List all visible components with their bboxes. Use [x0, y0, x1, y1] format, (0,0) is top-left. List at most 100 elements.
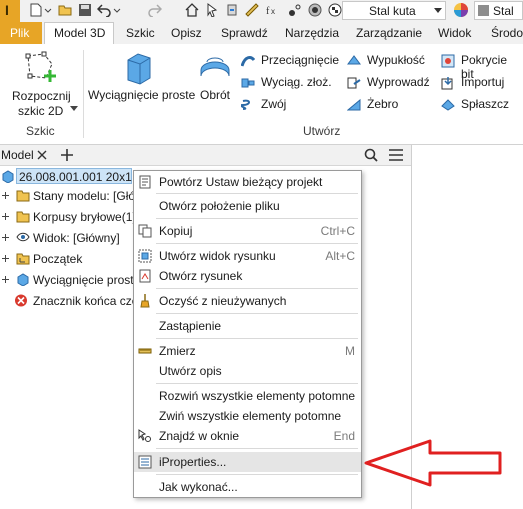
revolve-button[interactable]: Obrót [198, 48, 234, 104]
menu-item-measure[interactable]: Zmierz M [134, 341, 361, 361]
material-value: Stal kuta [369, 4, 416, 18]
start-sketch-label-line2: szkic 2D [18, 104, 64, 118]
tab-sprawdz[interactable]: Sprawdź [221, 26, 268, 40]
expand-icon[interactable] [2, 234, 9, 241]
sweep-button[interactable]: Przeciągnięcie [261, 53, 339, 67]
menu-item-label: Rozwiń wszystkie elementy potomne [159, 389, 356, 403]
material-browser-icon[interactable] [328, 3, 342, 17]
tree-root-label: 26.008.001.001 20x100 [19, 170, 132, 184]
derive-icon [347, 77, 361, 89]
tab-model-3d[interactable]: Model 3D [44, 22, 114, 44]
browser-header: Model [0, 145, 411, 166]
tab-opisz[interactable]: Opisz [171, 26, 202, 40]
new-file-icon[interactable] [29, 3, 43, 17]
expand-icon[interactable] [2, 192, 9, 199]
redo-icon[interactable] [148, 3, 162, 17]
menu-item-purge-unused[interactable]: Oczyść z nieużywanych [134, 291, 361, 311]
undo-dropdown-icon[interactable] [113, 3, 121, 17]
select-cursor-icon[interactable] [205, 3, 219, 17]
menu-item-create-note[interactable]: Utwórz opis [134, 361, 361, 381]
unwrap-icon [441, 99, 455, 111]
menu-item-expand-all-children[interactable]: Rozwiń wszystkie elementy potomne [134, 386, 361, 406]
tree-item-label: Widok: [Główny] [33, 231, 120, 245]
derive-button[interactable]: Wyprowadź [367, 75, 430, 89]
menu-icon[interactable] [389, 149, 403, 161]
folder-icon [16, 190, 30, 202]
chevron-down-icon [434, 8, 442, 13]
sweep-icon [241, 56, 255, 67]
decal-icon [441, 54, 455, 68]
tab-narzedzia[interactable]: Narzędzia [285, 26, 339, 40]
appearance-dropdown[interactable]: Stal [474, 1, 523, 20]
inventor-logo-icon[interactable]: I [0, 0, 20, 22]
menu-item-shortcut: Alt+C [325, 249, 355, 263]
find-in-window-icon [138, 429, 151, 442]
drawing-icon [139, 269, 151, 283]
menu-item-open-drawing[interactable]: Otwórz rysunek [134, 266, 361, 286]
tree-item-solid-bodies[interactable]: Korpusy bryłowe(1) [0, 207, 136, 226]
svg-text:f: f [266, 6, 270, 17]
tree-item-end-of-part[interactable]: Znacznik końca częś [0, 291, 144, 310]
rib-button[interactable]: Żebro [367, 97, 398, 111]
menu-item-how-to[interactable]: Jak wykonać... [134, 477, 361, 497]
menu-item-collapse-all-children[interactable]: Zwiń wszystkie elementy potomne [134, 406, 361, 426]
menu-item-iproperties[interactable]: iProperties... [134, 452, 361, 472]
tab-zarzadzanie[interactable]: Zarządzanie [356, 26, 422, 40]
menu-item-create-drawing-view[interactable]: Utwórz widok rysunku Alt+C [134, 246, 361, 266]
tree-item-origin[interactable]: Początek [0, 249, 133, 268]
emboss-button[interactable]: Wypukłość [367, 53, 425, 67]
parameters-icon[interactable]: fx [266, 3, 280, 17]
unwrap-button[interactable]: Spłaszcz [461, 97, 509, 111]
start-sketch-icon [25, 51, 56, 82]
start-2d-sketch-button[interactable]: Rozpocznij szkic 2D [8, 46, 78, 120]
menu-item-substitute[interactable]: Zastąpienie [134, 316, 361, 336]
open-folder-icon[interactable] [58, 3, 72, 17]
tree-item-extrusion[interactable]: Wyciągnięcie proste [0, 270, 140, 289]
home-icon[interactable] [185, 3, 199, 17]
close-icon[interactable] [37, 150, 47, 160]
quick-access-toolbar: I fx Stal kuta Stal [0, 0, 523, 22]
menu-item-repeat-set-project[interactable]: Powtórz Ustaw bieżący projekt [134, 172, 361, 192]
material-dropdown[interactable]: Stal kuta [342, 1, 446, 20]
menu-item-label: Zmierz [159, 344, 196, 358]
end-of-part-icon [15, 294, 27, 307]
add-tab-icon[interactable] [61, 149, 73, 161]
measure-icon[interactable] [245, 3, 259, 17]
tab-srodowiska[interactable]: Środo [491, 26, 523, 40]
update-icon[interactable] [225, 3, 239, 17]
menu-item-copy[interactable]: Kopiuj Ctrl+C [134, 221, 361, 241]
new-dropdown-icon[interactable] [44, 3, 52, 17]
tree-item-view[interactable]: Widok: [Główny] [0, 228, 133, 247]
menu-item-label: Powtórz Ustaw bieżący projekt [159, 175, 323, 189]
expand-icon[interactable] [2, 276, 9, 283]
browser-tab-model[interactable]: Model [1, 148, 34, 162]
tab-plik[interactable]: Plik [0, 22, 42, 44]
menu-item-open-file-location[interactable]: Otwórz położenie pliku [134, 196, 361, 216]
loft-button[interactable]: Wyciąg. złoż. [261, 75, 332, 89]
menu-item-label: iProperties... [159, 455, 227, 469]
coil-button[interactable]: Zwój [261, 97, 286, 111]
extrude-button[interactable]: Wyciągnięcie proste [88, 48, 196, 104]
tab-widok[interactable]: Widok [438, 26, 471, 40]
expand-icon[interactable] [2, 213, 9, 220]
rib-icon [347, 98, 361, 111]
undo-icon[interactable] [97, 3, 111, 17]
save-icon[interactable] [78, 3, 92, 17]
origin-folder-icon [16, 253, 30, 265]
search-icon[interactable] [364, 148, 378, 162]
color-override-icon[interactable] [308, 3, 322, 17]
menu-item-label: Znajdź w oknie [159, 429, 240, 443]
menu-separator [156, 474, 358, 475]
sketch-point-icon[interactable] [288, 3, 302, 17]
expand-icon[interactable] [2, 255, 9, 262]
tree-item-model-states[interactable]: Stany modelu: [Główn [0, 186, 150, 205]
tab-szkic[interactable]: Szkic [126, 26, 155, 40]
measure-icon [138, 348, 152, 354]
project-icon [139, 175, 151, 189]
ribbon-separator [83, 50, 84, 138]
menu-item-find-in-window[interactable]: Znajdź w oknie End [134, 426, 361, 446]
import-button[interactable]: Importuj [461, 75, 504, 89]
appearance-color-wheel-icon[interactable] [453, 2, 469, 18]
menu-separator [156, 338, 358, 339]
broom-icon [140, 294, 150, 308]
